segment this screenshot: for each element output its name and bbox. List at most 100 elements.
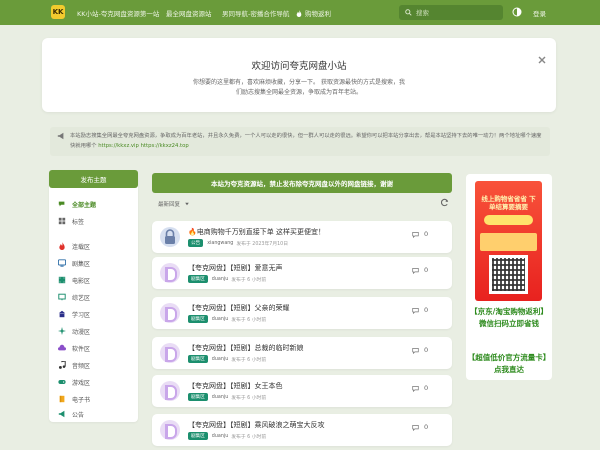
- comment-icon: [412, 424, 419, 431]
- site-logo[interactable]: KK: [51, 5, 65, 19]
- sparkle-icon: [58, 327, 66, 335]
- sidebar-item-label: 连载区: [72, 243, 91, 251]
- sidebar-item-label: 电子书: [72, 396, 91, 404]
- post-topic-button[interactable]: 发布主题: [49, 170, 138, 188]
- reply-count: 0: [412, 384, 428, 392]
- discussion-title[interactable]: 【夸克网盘】【短剧】乘风破浪之萌宝大反攻: [188, 420, 325, 430]
- discussion-item[interactable]: 【夸克网盘】【短剧】父亲的荣耀 剧集区 duanju 发布于 6 小时前 0: [152, 297, 452, 329]
- sidebar-item-software[interactable]: 软件区: [58, 342, 90, 354]
- announcement-bar: 本站励志搜集全网最全夸克网盘资源，争取成为百年老站，并且永久免费，一个人可以走的…: [50, 127, 550, 156]
- chat-icon: [58, 200, 66, 208]
- refresh-icon[interactable]: [440, 198, 449, 207]
- site-title-link[interactable]: KK小站-夸克网盘资源第一站: [77, 8, 159, 18]
- search-box[interactable]: [399, 5, 503, 20]
- ad-headline: 线上购物省省省 下单结算要摘要: [481, 195, 536, 211]
- sidebar-item-series[interactable]: 剧集区: [58, 257, 90, 269]
- discussion-title[interactable]: 🔥电商购物千万别直接下单 这样买更便宜！: [188, 227, 325, 237]
- ad-rebate-link[interactable]: 【京东/淘宝购物返利】: [466, 306, 552, 317]
- announcement-link-2[interactable]: https://kkxz24.top: [141, 143, 189, 149]
- discussion-item[interactable]: 【夸克网盘】【短剧】乘风破浪之萌宝大反攻 剧集区 duanju 发布于 6 小时…: [152, 414, 452, 446]
- ad-rebate-subtext[interactable]: 微信扫码立即省钱: [466, 318, 552, 329]
- top-navbar: KK KK小站-夸克网盘资源第一站 最全网盘资源站 男同导航-密播合作导航 购物…: [0, 0, 600, 25]
- tag-badge[interactable]: 剧集区: [188, 393, 208, 401]
- post-emoji: 🔥: [188, 228, 197, 236]
- discussion-item[interactable]: 🔥电商购物千万别直接下单 这样买更便宜！ 公告 xiangwang 发布于 20…: [152, 221, 452, 253]
- sidebar-item-label: 音频区: [72, 362, 91, 370]
- author-name[interactable]: duanju: [212, 357, 228, 362]
- author-name[interactable]: duanju: [212, 277, 228, 282]
- sidebar-item-games[interactable]: 游戏区: [58, 376, 90, 388]
- discussion-title[interactable]: 【夸克网盘】【短剧】父亲的荣耀: [188, 303, 290, 313]
- sort-label: 最新回复: [158, 202, 181, 208]
- theme-toggle-icon[interactable]: [512, 7, 522, 17]
- sort-dropdown[interactable]: 最新回复: [152, 195, 452, 213]
- reply-count-value: 0: [424, 346, 429, 354]
- sidebar-item-label: 学习区: [72, 311, 91, 319]
- user-avatar: [160, 381, 180, 401]
- nav-link-rebate-label: 购物返利: [305, 10, 331, 18]
- reply-count-value: 0: [424, 306, 429, 314]
- reply-count-value: 0: [424, 384, 429, 392]
- gift-boxes-image: [480, 233, 537, 251]
- welcome-title: 欢迎访问夸克网盘小站: [251, 61, 347, 72]
- tag-badge[interactable]: 剧集区: [188, 355, 208, 363]
- author-name[interactable]: duanju: [212, 317, 228, 322]
- discussion-item[interactable]: 【夸克网盘】【短剧】爱意无声 剧集区 duanju 发布于 6 小时前 0: [152, 257, 452, 289]
- announcement-link-1[interactable]: https://kkxz.vip: [98, 143, 139, 149]
- discussion-meta: 剧集区 duanju 发布于 6 小时前: [188, 393, 266, 401]
- ad-simcard-subtext[interactable]: 点我直达: [466, 364, 552, 375]
- sidebar-item-label: 游戏区: [72, 379, 91, 387]
- tag-badge[interactable]: 公告: [188, 239, 204, 247]
- login-link[interactable]: 登录: [533, 8, 546, 18]
- author-name[interactable]: duanju: [212, 434, 228, 439]
- tag-badge[interactable]: 剧集区: [188, 432, 208, 440]
- post-time: 发布于 6 小时前: [231, 395, 267, 401]
- tv-icon: [58, 259, 66, 267]
- reply-count-value: 0: [424, 230, 429, 238]
- close-icon[interactable]: [537, 55, 547, 65]
- sidebar-item-ebooks[interactable]: 电子书: [58, 393, 90, 405]
- ad-simcard-link[interactable]: 【超值低价官方流量卡】: [466, 352, 552, 363]
- sidebar-item-label: 电影区: [72, 277, 91, 285]
- author-name[interactable]: duanju: [212, 395, 228, 400]
- search-icon: [405, 9, 412, 16]
- discussion-title[interactable]: 【夸克网盘】【短剧】爱意无声: [188, 263, 283, 273]
- comment-icon: [412, 231, 419, 238]
- reply-count: 0: [412, 306, 428, 314]
- sidebar-item-anime[interactable]: 动漫区: [58, 325, 90, 337]
- discussion-item[interactable]: 【夸克网盘】【短剧】女王本色 剧集区 duanju 发布于 6 小时前 0: [152, 375, 452, 407]
- sidebar-item-audio[interactable]: 音频区: [58, 359, 90, 371]
- nav-link-rebate[interactable]: 购物返利: [296, 8, 331, 18]
- sidebar-item-serial[interactable]: 连载区: [58, 240, 90, 252]
- tag-badge[interactable]: 剧集区: [188, 275, 208, 283]
- search-input[interactable]: [416, 8, 496, 17]
- sidebar-item-announcements[interactable]: 公告: [58, 408, 84, 420]
- sidebar-item-label: 综艺区: [72, 294, 91, 302]
- sidebar-item-movies[interactable]: 电影区: [58, 274, 90, 286]
- discussion-title[interactable]: 【夸克网盘】【短剧】女王本色: [188, 381, 283, 391]
- post-time: 发布于 2023年7月10日: [236, 241, 289, 247]
- ad-decoration: [484, 215, 533, 225]
- sidebar-item-tags[interactable]: 标签: [58, 215, 84, 227]
- welcome-card: 欢迎访问夸克网盘小站 你想要的这里都有，喜欢麻烦收藏，分享一下。 获取资源最快的…: [42, 38, 556, 112]
- nav-link-navigation[interactable]: 男同导航-密播合作导航: [222, 8, 289, 18]
- lock-avatar-icon: [160, 227, 180, 247]
- discussion-title[interactable]: 【夸克网盘】【短剧】总裁的临时新娘: [188, 343, 304, 353]
- reply-count: 0: [412, 423, 428, 431]
- sidebar-item-study[interactable]: 学习区: [58, 308, 90, 320]
- post-time: 发布于 6 小时前: [231, 357, 267, 363]
- comment-icon: [412, 267, 419, 274]
- ad-banner-image[interactable]: 线上购物省省省 下单结算要摘要: [475, 181, 542, 301]
- welcome-text: 你想要的这里都有，喜欢麻烦收藏，分享一下。 获取资源最快的方式是搜索，我们励志搜…: [193, 79, 405, 96]
- sidebar-item-label: 剧集区: [72, 260, 91, 268]
- discussion-item[interactable]: 【夸克网盘】【短剧】总裁的临时新娘 剧集区 duanju 发布于 6 小时前 0: [152, 337, 452, 369]
- sidebar-item-variety[interactable]: 综艺区: [58, 291, 90, 303]
- comment-icon: [412, 385, 419, 392]
- reply-count-value: 0: [424, 423, 429, 431]
- comment-icon: [412, 347, 419, 354]
- flame-icon: [296, 9, 302, 17]
- author-name[interactable]: xiangwang: [207, 241, 233, 246]
- sidebar-item-all[interactable]: 全部主题: [58, 198, 96, 210]
- tag-badge[interactable]: 剧集区: [188, 315, 208, 323]
- nav-link-resources[interactable]: 最全网盘资源站: [166, 8, 212, 18]
